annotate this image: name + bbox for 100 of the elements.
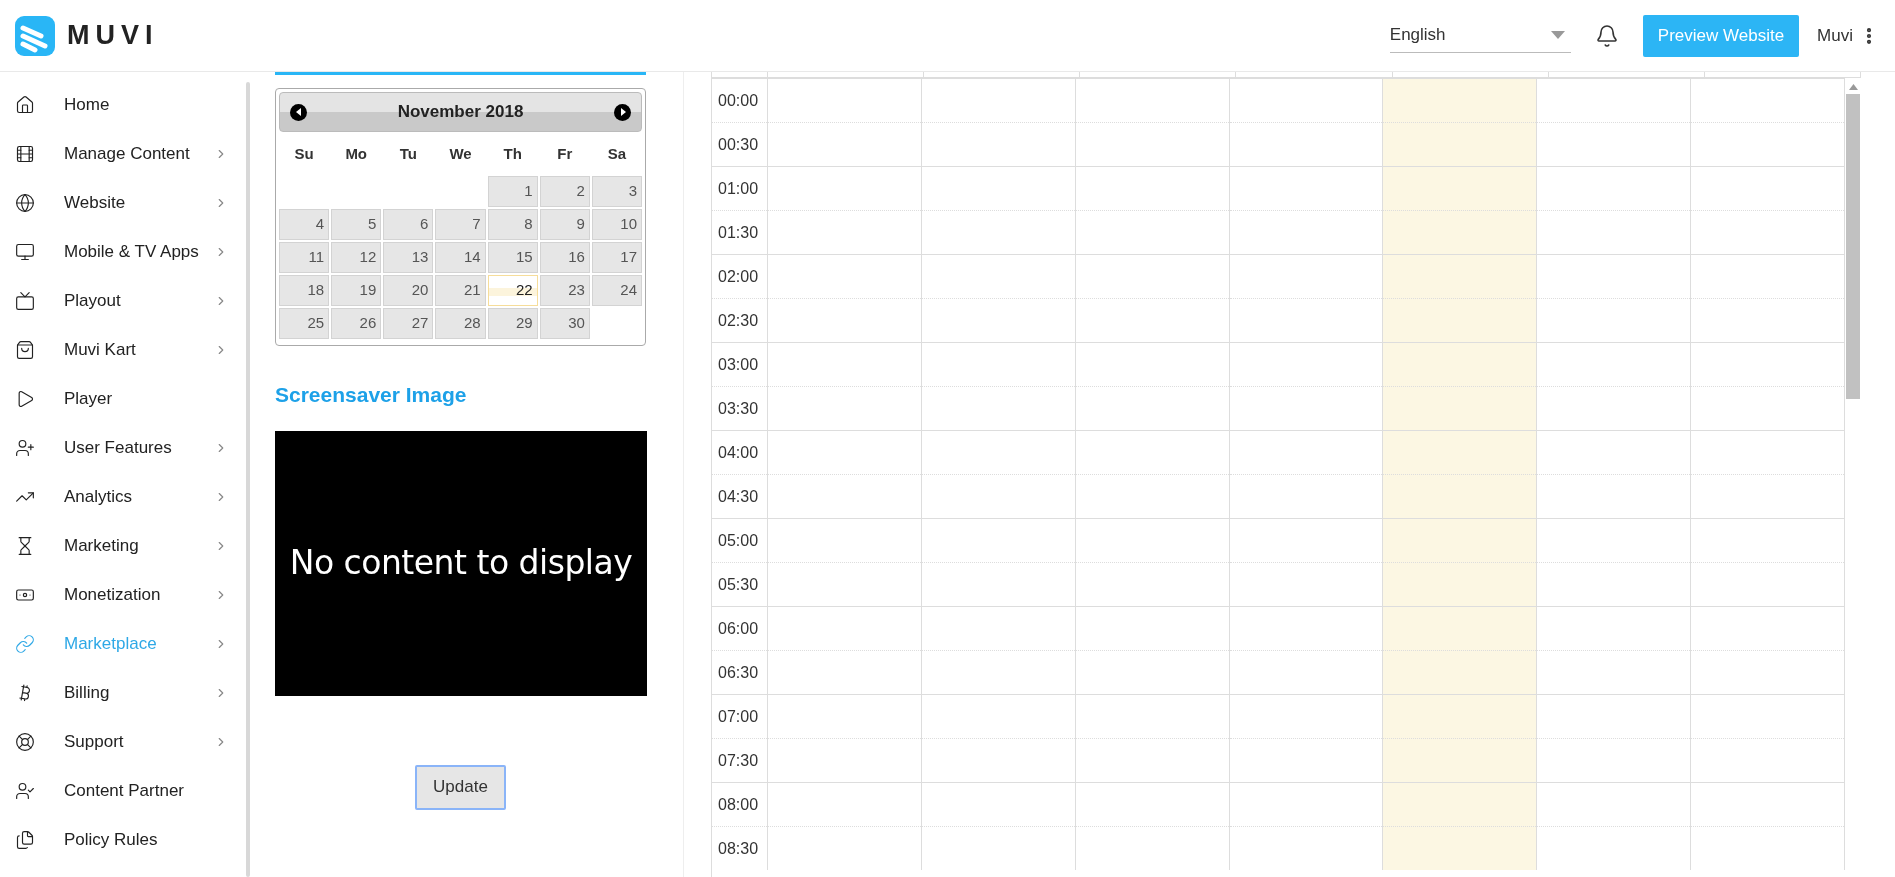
calendar-day[interactable]: 22 <box>487 275 538 306</box>
time-label: 01:30 <box>718 222 759 243</box>
time-label: 08:00 <box>718 794 759 815</box>
globe-icon <box>15 192 35 213</box>
sidebar-item[interactable]: User Features <box>0 423 246 472</box>
calendar-day[interactable]: 29 <box>487 308 538 339</box>
sidebar-item[interactable]: Support <box>0 717 246 766</box>
calendar-day[interactable]: 2 <box>539 176 590 207</box>
sidebar-item[interactable]: Policy Rules <box>0 815 246 864</box>
calendar-day[interactable]: 28 <box>435 308 486 339</box>
calendar-day[interactable]: 7 <box>435 209 486 240</box>
calendar-day[interactable]: 3 <box>591 176 642 207</box>
sidebar-item[interactable]: Manage Content <box>0 129 246 178</box>
calendar-day[interactable]: 9 <box>539 209 590 240</box>
calendar-day[interactable]: 6 <box>383 209 434 240</box>
day-column[interactable] <box>1537 78 1692 870</box>
sidebar-item[interactable]: Playout <box>0 276 246 325</box>
weekday-label: Su <box>293 143 315 164</box>
bag-icon <box>15 339 35 360</box>
time-label: 00:30 <box>718 134 759 155</box>
time-label: 08:30 <box>718 838 759 859</box>
day-column[interactable] <box>768 78 922 870</box>
sidebar-item[interactable]: Analytics <box>0 472 246 521</box>
sidebar-item[interactable]: Website <box>0 178 246 227</box>
logo-icon <box>15 15 55 56</box>
day-column[interactable] <box>1691 78 1845 870</box>
weekday-label: Sa <box>606 143 628 164</box>
calendar-day[interactable]: 17 <box>591 242 642 273</box>
calendar-day[interactable]: 18 <box>279 275 330 306</box>
calendar-day[interactable]: 20 <box>383 275 434 306</box>
calendar-day[interactable]: 5 <box>331 209 382 240</box>
calendar-day[interactable]: 11 <box>279 242 330 273</box>
day-column[interactable] <box>1229 78 1384 870</box>
section-heading: Screensaver Image <box>275 382 468 408</box>
calendar-day[interactable]: 15 <box>487 242 538 273</box>
time-label: 04:00 <box>718 442 759 463</box>
lifebuoy-icon <box>15 731 35 752</box>
calendar-day[interactable]: 1 <box>487 176 538 207</box>
notification-bell-icon[interactable] <box>1594 23 1619 48</box>
dropdown-caret-icon <box>1550 31 1565 39</box>
screensaver-preview: No content to display <box>275 430 647 696</box>
calendar-day[interactable]: 30 <box>539 308 590 339</box>
sidebar-item[interactable]: Content Partner <box>0 766 246 815</box>
film-icon <box>15 143 35 164</box>
link-icon <box>15 633 35 654</box>
logo-text: MUVI <box>67 19 159 53</box>
calendar-day[interactable]: 23 <box>539 275 590 306</box>
day-column[interactable] <box>921 78 1076 870</box>
time-label: 06:30 <box>718 662 759 683</box>
user-plus-icon <box>15 437 35 458</box>
home-icon <box>15 94 35 115</box>
weekday-label: Th <box>502 143 523 164</box>
tv-icon <box>15 290 35 311</box>
sidebar-item[interactable]: Marketing <box>0 521 246 570</box>
sidebar-item[interactable]: Billing <box>0 668 246 717</box>
next-month-icon[interactable] <box>614 103 631 121</box>
monitor-icon <box>15 241 35 262</box>
previous-month-icon[interactable] <box>290 103 307 121</box>
time-label: 07:30 <box>718 750 759 771</box>
weekday-label: We <box>448 143 473 164</box>
time-label: 05:30 <box>718 574 759 595</box>
language-select[interactable]: English <box>1389 18 1571 53</box>
update-button[interactable]: Update <box>415 764 506 810</box>
sidebar-item[interactable]: Monetization <box>0 570 246 619</box>
scroll-up-icon[interactable] <box>1848 84 1858 90</box>
time-label: 02:30 <box>718 310 759 331</box>
calendar-day[interactable]: 10 <box>591 209 642 240</box>
calendar-day[interactable]: 8 <box>487 209 538 240</box>
sidebar-item[interactable]: Mobile & TV Apps <box>0 227 246 276</box>
time-label: 03:30 <box>718 398 759 419</box>
user-icon <box>15 780 35 801</box>
day-column[interactable] <box>1075 78 1230 870</box>
calendar-day[interactable]: 16 <box>539 242 590 273</box>
day-column[interactable] <box>1383 78 1538 870</box>
sidebar-item[interactable]: Muvi Kart <box>0 325 246 374</box>
time-label: 03:00 <box>718 354 759 375</box>
calendar-day[interactable]: 26 <box>331 308 382 339</box>
time-label: 00:00 <box>718 90 759 111</box>
calendar-day[interactable]: 25 <box>279 308 330 339</box>
weekday-label: Tu <box>398 143 418 164</box>
time-label: 06:00 <box>718 618 759 639</box>
sidebar-item[interactable]: Home <box>0 80 246 129</box>
documents-icon <box>15 829 35 850</box>
calendar-day[interactable]: 14 <box>435 242 486 273</box>
time-label: 02:00 <box>718 266 759 287</box>
calendar-day[interactable]: 4 <box>279 209 330 240</box>
time-label: 07:00 <box>718 706 759 727</box>
calendar-day[interactable]: 24 <box>591 275 642 306</box>
weekday-label: Fr <box>556 143 574 164</box>
calendar-day[interactable]: 27 <box>383 308 434 339</box>
time-label: 04:30 <box>718 486 759 507</box>
calendar-day[interactable]: 13 <box>383 242 434 273</box>
sidebar-item[interactable]: Player <box>0 374 246 423</box>
calendar-day[interactable]: 12 <box>331 242 382 273</box>
month-title: November 2018 <box>397 101 524 124</box>
user-name[interactable]: Muvi <box>1817 22 1853 49</box>
sidebar-scrollbar[interactable] <box>246 82 250 877</box>
time-label: 05:00 <box>718 530 759 551</box>
calendar-day[interactable]: 21 <box>435 275 486 306</box>
calendar-day[interactable]: 19 <box>331 275 382 306</box>
